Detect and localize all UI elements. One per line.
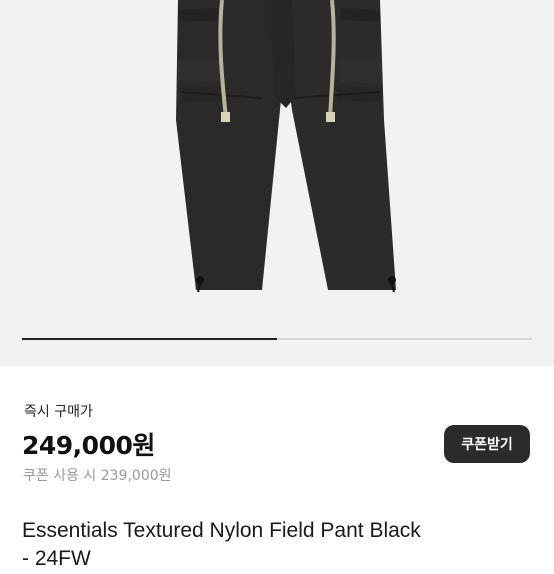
product-title-line-2: - 24FW — [22, 547, 91, 570]
product-info: 즉시 구매가 249,000원 쿠폰 사용 시 239,000원 쿠폰받기 Es… — [0, 366, 554, 570]
carousel-indicator-fill — [22, 338, 277, 340]
get-coupon-button[interactable]: 쿠폰받기 — [444, 425, 530, 463]
purchase-label: 즉시 구매가 — [24, 404, 93, 420]
coupon-price: 쿠폰 사용 시 239,000원 — [23, 468, 172, 484]
price: 249,000원 — [22, 431, 155, 460]
product-title: Essentials Textured Nylon Field Pant Bla… — [22, 519, 421, 542]
carousel-indicator — [22, 338, 532, 340]
cargo-pants-illustration — [176, 0, 396, 293]
product-image[interactable] — [0, 0, 554, 366]
